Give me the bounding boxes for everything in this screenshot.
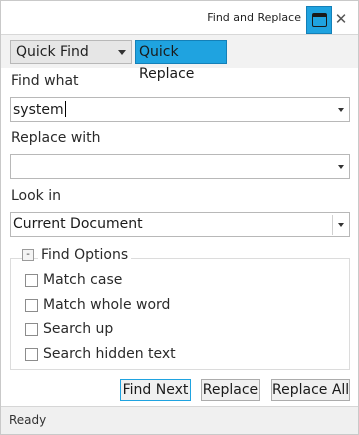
close-button[interactable]: ✕ [332,9,350,29]
tab-quick-replace[interactable]: Quick Replace [135,40,227,82]
look-in-dropdown[interactable]: Current Document [10,212,350,237]
replace-all-button[interactable]: Replace All [271,379,350,401]
checkbox-icon[interactable] [25,299,38,312]
find-replace-window: Find and Replace ✕ Quick Find Quick Repl… [0,0,359,435]
window-icon [312,13,327,27]
close-icon: ✕ [334,10,348,28]
chevron-down-icon[interactable] [338,108,344,112]
checkbox-label: Search up [43,321,114,337]
find-what-combobox[interactable]: system [10,97,350,122]
mode-dropdown-value: Quick Find [16,44,89,60]
checkbox-icon[interactable] [25,274,38,287]
checkbox-label: Match whole word [43,297,171,313]
replace-with-label: Replace with [11,130,101,146]
look-in-label: Look in [11,188,62,204]
look-in-value: Current Document [13,216,143,232]
find-what-input[interactable]: system [13,101,66,118]
text-caret [64,101,66,117]
find-what-label: Find what [11,73,79,89]
status-bar: Ready [1,406,358,434]
checkbox-icon[interactable] [25,323,38,336]
status-text: Ready [9,413,47,427]
checkbox-icon[interactable] [25,348,38,361]
title-bar: Find and Replace ✕ [1,1,358,34]
replace-with-combobox[interactable] [10,154,350,179]
collapse-icon[interactable]: - [22,249,34,261]
find-options-title: Find Options [38,247,132,263]
chevron-down-icon [118,50,126,55]
find-next-button[interactable]: Find Next [120,379,191,401]
checkbox-label: Search hidden text [43,346,176,362]
replace-button[interactable]: Replace [201,379,260,401]
checkbox-label: Match case [43,272,123,288]
mode-dropdown[interactable]: Quick Find [10,40,132,64]
chevron-down-icon[interactable] [338,223,344,227]
dropdown-separator [332,215,333,235]
mode-bar: Quick Find Quick Replace [1,35,358,82]
chevron-down-icon[interactable] [338,165,344,169]
window-mode-button[interactable] [306,6,332,34]
window-title: Find and Replace [207,11,301,24]
